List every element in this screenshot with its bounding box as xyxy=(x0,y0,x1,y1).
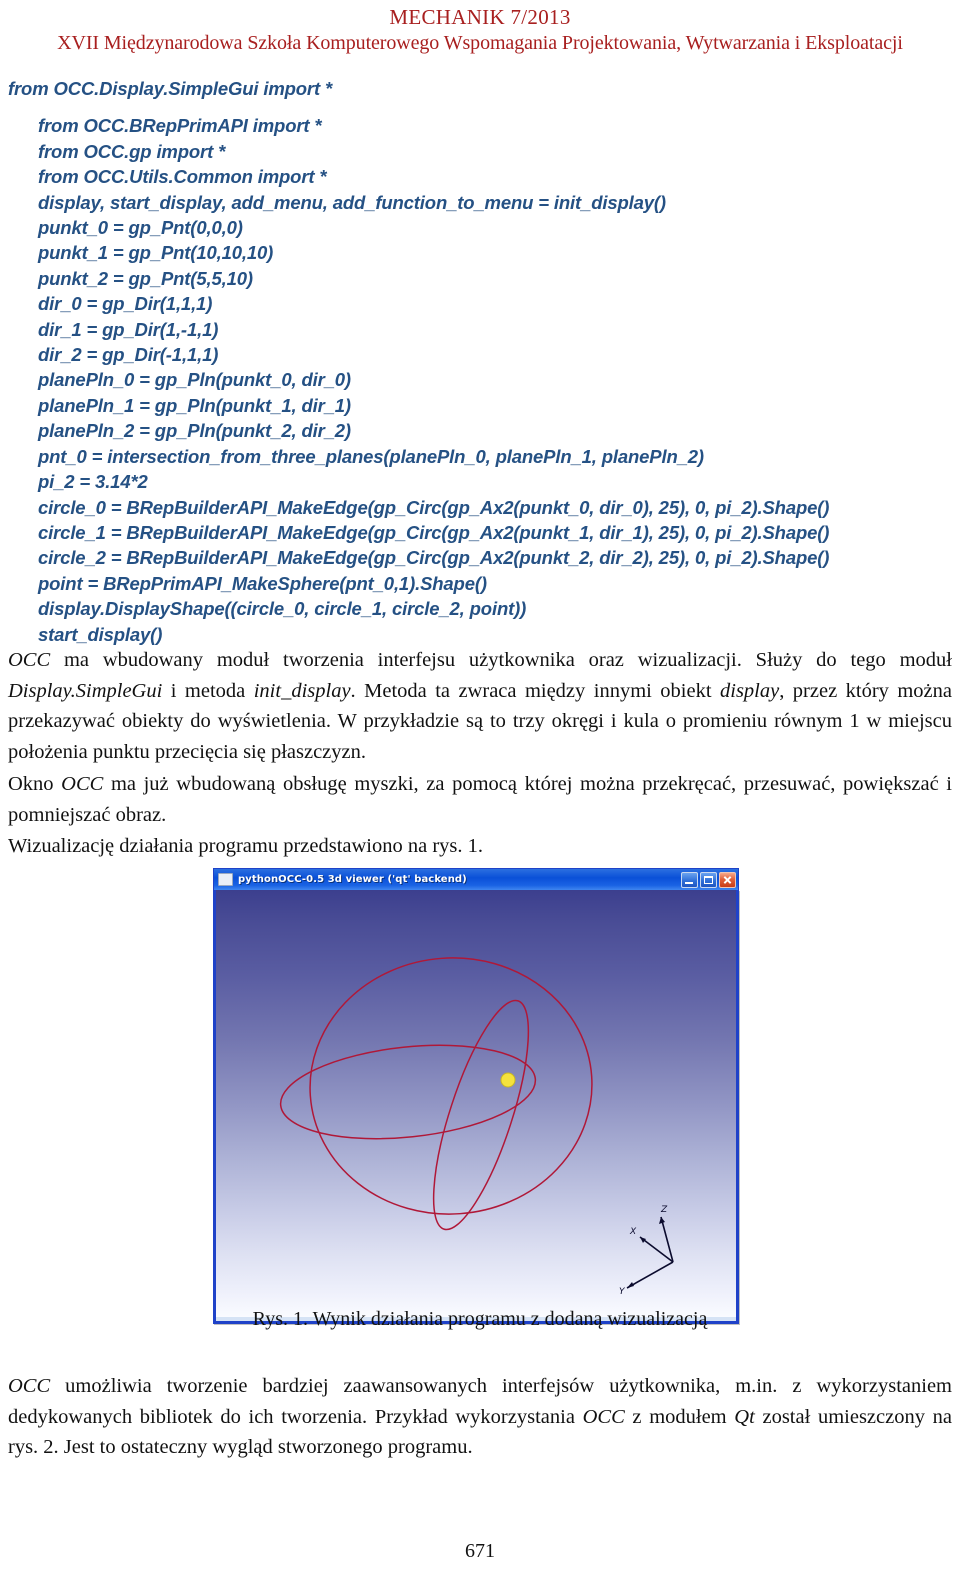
curve-circle-2 xyxy=(432,999,530,1231)
figure-1: pythonOCC-0.5 3d viewer ('qt' backend) Z… xyxy=(213,868,739,1324)
application-icon xyxy=(218,873,233,886)
maximize-icon[interactable] xyxy=(700,871,717,888)
code-line: display, start_display, add_menu, add_fu… xyxy=(38,191,666,213)
axis-y-arrow xyxy=(627,1282,634,1288)
header-divider xyxy=(0,62,960,63)
header-conference-title: XVII Międzynarodowa Szkoła Komputerowego… xyxy=(57,32,903,54)
point-sphere xyxy=(500,1072,516,1088)
paragraph-two: Okno OCC ma już wbudowaną obsługę myszki… xyxy=(8,773,952,826)
code-listing: from OCC.Display.SimpleGui import * from … xyxy=(0,76,960,647)
header-journal-title: MECHANIK 7/2013 xyxy=(389,5,571,29)
code-line: pnt_0 = intersection_from_three_planes(p… xyxy=(38,445,704,467)
figure-caption: Rys. 1. Wynik działania programu z dodan… xyxy=(252,1308,708,1330)
code-line: circle_0 = BRepBuilderAPI_MakeEdge(gp_Ci… xyxy=(38,496,830,518)
code-line: from OCC.BRepPrimAPI import * xyxy=(38,115,322,137)
axis-y-line xyxy=(626,1261,674,1289)
code-line: planePln_1 = gp_Pln(punkt_1, dir_1) xyxy=(38,394,351,416)
code-line: punkt_2 = gp_Pnt(5,5,10) xyxy=(38,267,253,289)
code-line: dir_2 = gp_Dir(-1,1,1) xyxy=(38,344,219,366)
3d-scene: Z X Y xyxy=(279,957,674,1297)
code-line: dir_0 = gp_Dir(1,1,1) xyxy=(38,293,213,315)
window-title-bar[interactable]: pythonOCC-0.5 3d viewer ('qt' backend) xyxy=(213,868,739,890)
code-line: from OCC.Utils.Common import * xyxy=(38,166,327,188)
code-line: punkt_0 = gp_Pnt(0,0,0) xyxy=(38,217,243,239)
axis-label-y: Y xyxy=(619,1287,626,1297)
window-control-buttons xyxy=(681,871,736,888)
code-line: from OCC.gp import * xyxy=(38,140,226,162)
axis-x-arrow xyxy=(640,1237,646,1243)
code-line: display.DisplayShape((circle_0, circle_1… xyxy=(38,598,527,620)
close-icon[interactable] xyxy=(719,871,736,888)
code-line: point = BRepPrimAPI_MakeSphere(pnt_0,1).… xyxy=(38,572,487,594)
code-line: planePln_0 = gp_Pln(punkt_0, dir_0) xyxy=(38,369,351,391)
code-line: start_display() xyxy=(38,623,163,645)
code-line: punkt_1 = gp_Pnt(10,10,10) xyxy=(38,242,274,264)
application-window: Z X Y xyxy=(213,890,739,1324)
3d-viewport[interactable]: Z X Y xyxy=(216,890,736,1317)
code-line: circle_2 = BRepBuilderAPI_MakeEdge(gp_Ci… xyxy=(38,547,830,569)
paragraph-one: OCC ma wbudowany moduł tworzenia interfe… xyxy=(8,649,953,763)
code-line: pi_2 = 3.14*2 xyxy=(38,471,148,493)
axis-label-x: X xyxy=(629,1227,637,1237)
code-line: circle_1 = BRepBuilderAPI_MakeEdge(gp_Ci… xyxy=(38,521,830,543)
page-running-header: MECHANIK 7/2013 XVII Międzynarodowa Szko… xyxy=(0,0,960,56)
minimize-icon[interactable] xyxy=(681,871,698,888)
paragraph-three: Wizualizację działania programu przedsta… xyxy=(8,835,484,857)
paragraph-four: OCC umożliwia tworzenie bardziej zaawans… xyxy=(8,1375,952,1459)
code-line: dir_1 = gp_Dir(1,-1,1) xyxy=(38,318,219,340)
code-line: from OCC.Display.SimpleGui import * xyxy=(8,78,333,99)
code-line: planePln_2 = gp_Pln(punkt_2, dir_2) xyxy=(38,420,351,442)
axis-label-z: Z xyxy=(660,1205,668,1215)
window-title-label: pythonOCC-0.5 3d viewer ('qt' backend) xyxy=(238,874,467,885)
page-number: 671 xyxy=(465,1540,495,1562)
curve-circle-0 xyxy=(309,957,593,1215)
